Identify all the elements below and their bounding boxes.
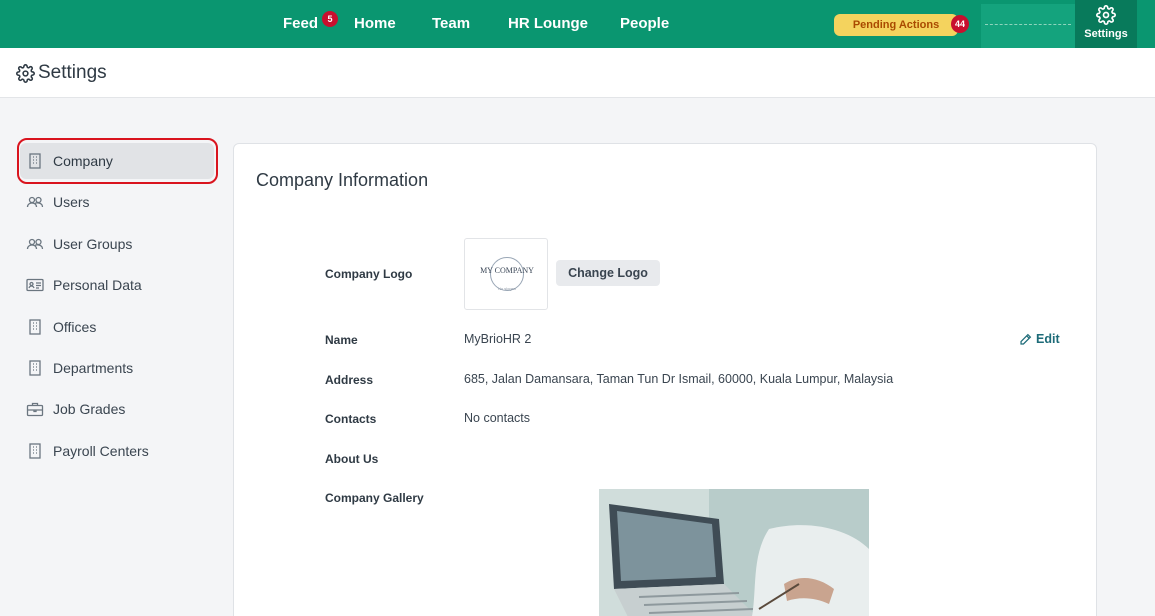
building-icon [29,443,41,459]
nav-home[interactable]: Home [354,15,396,32]
contacts-value: No contacts [464,411,531,425]
gear-icon [1096,5,1116,25]
nav-feed[interactable]: Feed [283,15,318,32]
sidebar-item-job-grades[interactable]: Job Grades [20,391,214,427]
briefcase-icon [26,402,44,417]
settings-tab-label: Settings [1084,28,1128,40]
pending-actions-button[interactable]: Pending Actions [834,14,958,36]
gallery-image[interactable] [599,489,869,616]
sidebar-item-label: Users [53,194,90,210]
sidebar-item-departments[interactable]: Departments [20,350,214,386]
page-header: Settings [0,48,1155,98]
feed-badge: 5 [322,11,338,27]
about-us-label: About Us [325,452,379,466]
page-title: Settings [38,62,107,83]
address-value: 685, Jalan Damansara, Taman Tun Dr Ismai… [464,372,894,386]
nav-hr-lounge[interactable]: HR Lounge [508,15,588,32]
pencil-icon [1020,333,1032,345]
name-label: Name [325,333,358,347]
sidebar-item-label: Job Grades [53,401,126,417]
company-logo-text: MY COMPANY [480,266,534,275]
sidebar-item-label: Offices [53,319,97,335]
section-title: Company Information [256,170,429,190]
nav-people[interactable]: People [620,15,669,32]
sidebar-item-label: User Groups [53,236,133,252]
sidebar-item-personal-data[interactable]: Personal Data [20,267,214,303]
sidebar-item-label: Payroll Centers [53,443,149,459]
nav-team[interactable]: Team [432,15,470,32]
gear-icon [16,64,35,83]
users-icon [26,238,44,250]
sidebar-item-users[interactable]: Users [20,184,214,220]
address-label: Address [325,373,374,387]
change-logo-button[interactable]: Change Logo [556,260,660,286]
sidebar-item-offices[interactable]: Offices [20,309,214,345]
sidebar-item-label: Departments [53,360,134,376]
selection-highlight [17,138,218,184]
pending-actions-badge: 44 [951,15,969,33]
users-icon [26,196,44,208]
id-card-icon [26,278,44,292]
sidebar-item-payroll-centers[interactable]: Payroll Centers [20,433,214,469]
name-value: MyBrioHR 2 [464,332,532,346]
building-icon [29,360,41,376]
settings-tab[interactable]: Settings [1075,0,1137,48]
edit-label: Edit [1036,332,1060,346]
contacts-label: Contacts [325,412,377,426]
company-logo-placeholder [981,4,1075,48]
sidebar-item-label: Personal Data [53,277,142,293]
company-info-card: Company Information Company Logo MY COMP… [233,143,1097,616]
sidebar-item-user-groups[interactable]: User Groups [20,226,214,262]
company-logo-label: Company Logo [325,267,413,281]
top-navbar: Feed 5 Home Team HR Lounge People Pendin… [0,0,1155,48]
building-icon [29,319,41,335]
company-logo-tagline: No slogan [497,286,516,291]
company-gallery-label: Company Gallery [325,491,424,505]
company-logo-image: MY COMPANY No slogan [464,238,548,310]
